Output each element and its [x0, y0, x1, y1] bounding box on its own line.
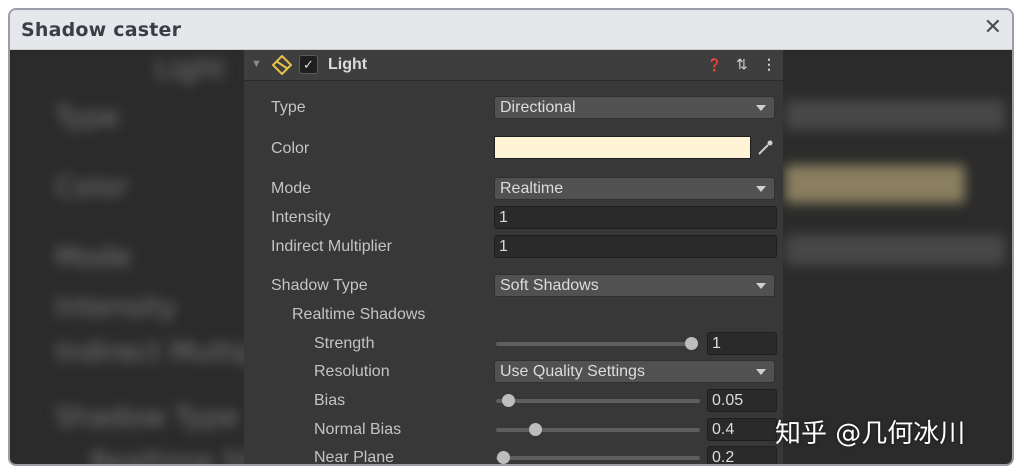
- normal-bias-value: 0.4: [712, 421, 735, 438]
- strength-value: 1: [712, 335, 721, 352]
- enabled-checkbox[interactable]: ✓: [299, 55, 318, 74]
- type-value: Directional: [500, 99, 576, 116]
- ghost-intensity: Intensity: [55, 290, 177, 323]
- title-bar: Shadow caster ✕: [10, 10, 1012, 50]
- bias-input[interactable]: 0.05: [707, 389, 777, 412]
- fold-arrow-icon[interactable]: ▼: [251, 58, 262, 70]
- presets-icon[interactable]: ⇅: [736, 56, 748, 73]
- ghost-indirect: Indirect Multipl: [55, 335, 264, 368]
- bias-slider-handle[interactable]: [502, 394, 515, 407]
- bias-slider-track[interactable]: [496, 399, 700, 403]
- eyedropper-icon[interactable]: [755, 138, 775, 158]
- watermark: 知乎 @几何冰川: [775, 419, 966, 449]
- mode-value: Realtime: [500, 180, 564, 197]
- row-resolution: Resolution Use Quality Settings: [244, 359, 783, 385]
- close-icon[interactable]: ✕: [984, 15, 1002, 40]
- row-realtime-shadows: Realtime Shadows: [244, 302, 783, 328]
- type-label: Type: [271, 99, 306, 116]
- type-dropdown[interactable]: Directional: [494, 96, 775, 119]
- row-shadow-type: Shadow Type Soft Shadows: [244, 273, 783, 299]
- intensity-label: Intensity: [271, 209, 331, 226]
- resolution-dropdown[interactable]: Use Quality Settings: [494, 360, 775, 383]
- mode-label: Mode: [271, 180, 312, 197]
- bias-value: 0.05: [712, 392, 744, 409]
- indirect-value: 1: [499, 238, 508, 255]
- row-near-plane: Near Plane 0.2: [244, 445, 783, 466]
- realtime-shadows-label: Realtime Shadows: [292, 306, 426, 323]
- intensity-input[interactable]: 1: [494, 206, 777, 229]
- shadow-type-label: Shadow Type: [271, 277, 368, 294]
- ghost-mode-bar: [785, 235, 1005, 265]
- ghost-color-bar: [785, 165, 965, 203]
- near-plane-slider-handle[interactable]: [497, 451, 510, 464]
- ghost-dropdown-bar: [785, 100, 1005, 130]
- resolution-value: Use Quality Settings: [500, 363, 645, 380]
- menu-icon[interactable]: ⋮: [762, 56, 776, 73]
- help-icon[interactable]: ❓: [707, 58, 722, 72]
- ghost-realtime: Realtime Sh: [90, 445, 259, 466]
- normal-bias-input[interactable]: 0.4: [707, 418, 777, 441]
- strength-input[interactable]: 1: [707, 332, 777, 355]
- row-bias: Bias 0.05: [244, 388, 783, 414]
- shadow-type-dropdown[interactable]: Soft Shadows: [494, 274, 775, 297]
- strength-slider-handle[interactable]: [685, 337, 698, 350]
- component-header: ▼ ✓ Light ❓ ⇅ ⋮: [244, 50, 783, 81]
- near-plane-value: 0.2: [712, 449, 735, 466]
- near-plane-slider-track[interactable]: [496, 456, 700, 460]
- component-title: Light: [328, 56, 368, 73]
- row-color: Color: [244, 136, 783, 162]
- row-intensity: Intensity 1: [244, 205, 783, 231]
- indirect-input[interactable]: 1: [494, 235, 777, 258]
- window: Shadow caster ✕ Light Type Color Mode In…: [8, 8, 1014, 466]
- normal-bias-label: Normal Bias: [314, 421, 402, 438]
- color-swatch[interactable]: [494, 136, 751, 159]
- mode-dropdown[interactable]: Realtime: [494, 177, 775, 200]
- row-indirect: Indirect Multiplier 1: [244, 234, 783, 260]
- ghost-mode: Mode: [55, 240, 132, 273]
- row-strength: Strength 1: [244, 331, 783, 357]
- chevron-down-icon: [756, 105, 766, 111]
- normal-bias-slider-handle[interactable]: [529, 423, 542, 436]
- ghost-shadow-type: Shadow Type: [55, 400, 239, 433]
- ghost-type: Type: [55, 100, 120, 133]
- ghost-light: Light: [155, 52, 225, 85]
- strength-label: Strength: [314, 335, 375, 352]
- shadow-type-value: Soft Shadows: [500, 277, 599, 294]
- near-plane-label: Near Plane: [314, 449, 395, 466]
- ghost-color: Color: [55, 170, 129, 203]
- light-icon: [272, 55, 292, 75]
- row-normal-bias: Normal Bias 0.4: [244, 417, 783, 443]
- chevron-down-icon: [756, 369, 766, 375]
- strength-slider-track[interactable]: [496, 342, 696, 346]
- near-plane-input[interactable]: 0.2: [707, 446, 777, 466]
- light-inspector: ▼ ✓ Light ❓ ⇅ ⋮ Type Directional Color M…: [244, 50, 783, 466]
- resolution-label: Resolution: [314, 363, 390, 380]
- window-title: Shadow caster: [21, 19, 182, 41]
- chevron-down-icon: [756, 186, 766, 192]
- indirect-label: Indirect Multiplier: [271, 238, 392, 255]
- bias-label: Bias: [314, 392, 346, 409]
- row-mode: Mode Realtime: [244, 176, 783, 202]
- chevron-down-icon: [756, 283, 766, 289]
- intensity-value: 1: [499, 209, 508, 226]
- color-label: Color: [271, 140, 310, 157]
- normal-bias-slider-track[interactable]: [496, 428, 700, 432]
- row-type: Type Directional: [244, 95, 783, 121]
